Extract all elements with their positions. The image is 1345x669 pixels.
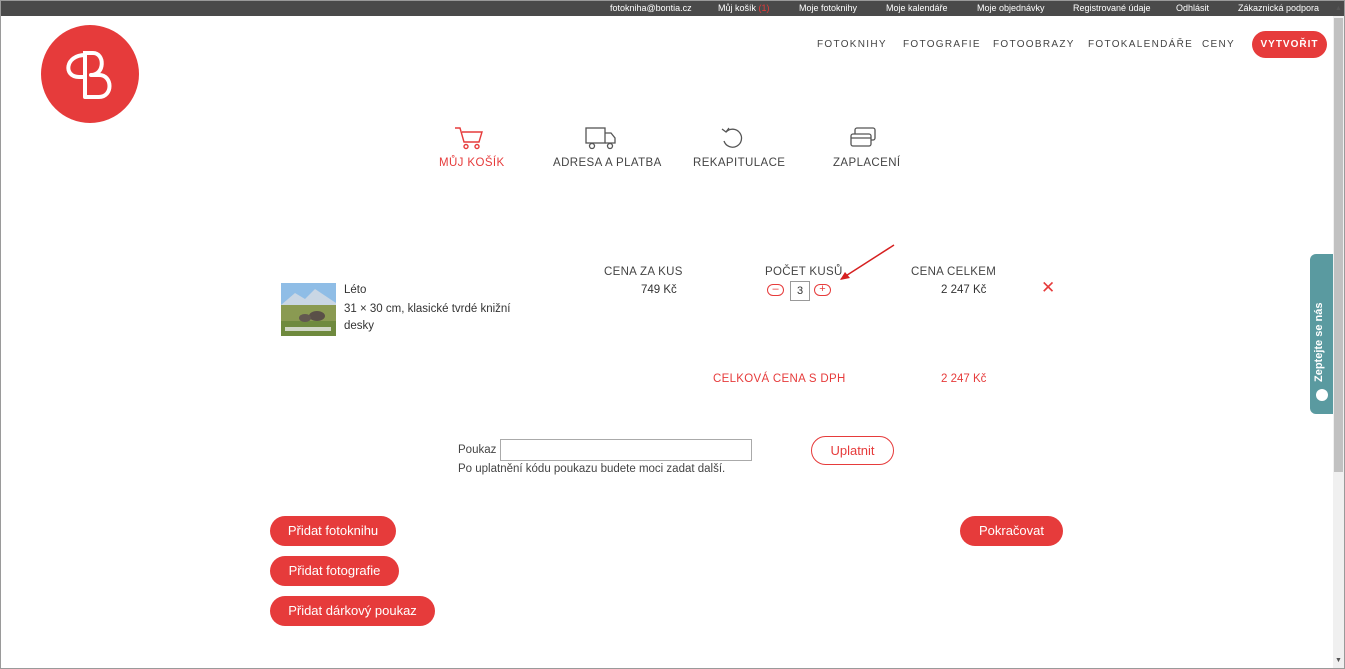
top-bar: fotokniha@bontia.cz Můj košík (1) Moje f… — [1, 1, 1344, 16]
product-description: 31 × 30 cm, klasické tvrdé knižní desky — [344, 303, 511, 332]
nav-photobooks[interactable]: FOTOKNIHY — [817, 39, 887, 50]
line-total-value: 2 247 Kč — [941, 284, 987, 296]
quantity-input[interactable]: 3 — [790, 281, 810, 301]
step-payment-label: ZAPLACENÍ — [833, 157, 901, 169]
topbar-my-orders[interactable]: Moje objednávky — [977, 3, 1045, 14]
topbar-logout[interactable]: Odhlásit — [1176, 3, 1209, 14]
add-photos-button[interactable]: Přidat fotografie — [270, 556, 399, 586]
header-quantity: POČET KUSŮ — [765, 266, 843, 278]
site-logo[interactable] — [41, 25, 139, 123]
step-cart-label: MŮJ KOŠÍK — [439, 157, 505, 169]
topbar-cart-label: Můj košík — [718, 3, 757, 13]
apply-voucher-button[interactable]: Uplatnit — [811, 436, 894, 465]
step-recap-label: REKAPITULACE — [693, 157, 786, 169]
logo-mark-icon — [66, 51, 112, 99]
annotation-arrow-icon — [840, 244, 895, 280]
ask-us-label: Zeptejte se nás — [1313, 302, 1325, 382]
voucher-input[interactable] — [500, 439, 752, 461]
add-photobook-button[interactable]: Přidat fotoknihu — [270, 516, 396, 546]
nav-photo-canvas[interactable]: FOTOOBRAZY — [993, 39, 1075, 50]
header-total: CENA CELKEM — [911, 266, 997, 278]
card-icon — [850, 127, 876, 147]
product-name: Léto — [344, 284, 367, 296]
quantity-decrease-button[interactable]: – — [767, 284, 784, 296]
topbar-registered-data[interactable]: Registrované údaje — [1073, 3, 1151, 14]
scrollbar-thumb[interactable] — [1334, 18, 1343, 472]
remove-item-icon[interactable]: ✕ — [1041, 279, 1055, 297]
topbar-support[interactable]: Zákaznická podpora — [1238, 3, 1319, 14]
step-address-label: ADRESA A PLATBA — [553, 157, 662, 169]
scroll-up-icon[interactable]: ▲ — [1335, 5, 1342, 12]
step-address-payment[interactable]: ADRESA A PLATBA — [553, 125, 662, 169]
voucher-label: Poukaz — [458, 444, 497, 456]
step-payment[interactable]: ZAPLACENÍ — [833, 125, 901, 169]
photobook-cover-image — [281, 283, 336, 336]
voucher-note: Po uplatnění kódu poukazu budete moci za… — [458, 463, 726, 475]
grand-total-value: 2 247 Kč — [941, 373, 987, 385]
header-unit-price: CENA ZA KUS — [604, 266, 683, 278]
nav-prices[interactable]: CENY — [1202, 39, 1235, 50]
scroll-down-icon[interactable]: ▼ — [1335, 657, 1342, 664]
quantity-increase-button[interactable]: + — [814, 284, 831, 296]
chat-icon — [1316, 389, 1328, 401]
topbar-cart-count: (1) — [758, 3, 770, 13]
nav-photos[interactable]: FOTOGRAFIE — [903, 39, 981, 50]
browser-frame — [0, 0, 1345, 669]
create-button[interactable]: VYTVOŘIT — [1252, 31, 1327, 58]
truck-icon — [585, 127, 616, 150]
topbar-email-link[interactable]: fotokniha@bontia.cz — [610, 3, 692, 14]
unit-price-value: 749 Kč — [641, 284, 677, 296]
cart-icon — [455, 127, 483, 150]
topbar-my-photobooks[interactable]: Moje fotoknihy — [799, 3, 857, 14]
refresh-icon — [721, 127, 743, 148]
add-gift-voucher-button[interactable]: Přidat dárkový poukaz — [270, 596, 435, 626]
step-recap[interactable]: REKAPITULACE — [693, 125, 786, 169]
continue-button[interactable]: Pokračovat — [960, 516, 1063, 546]
nav-photo-calendars[interactable]: FOTOKALENDÁŘE — [1088, 39, 1193, 50]
topbar-my-calendars[interactable]: Moje kalendáře — [886, 3, 948, 14]
step-cart[interactable]: MŮJ KOŠÍK — [439, 125, 505, 169]
product-thumbnail[interactable] — [281, 283, 336, 336]
topbar-cart-link[interactable]: Můj košík (1) — [718, 3, 770, 14]
grand-total-label: CELKOVÁ CENA S DPH — [713, 373, 846, 385]
ask-us-widget[interactable]: Zeptejte se nás — [1310, 254, 1333, 414]
